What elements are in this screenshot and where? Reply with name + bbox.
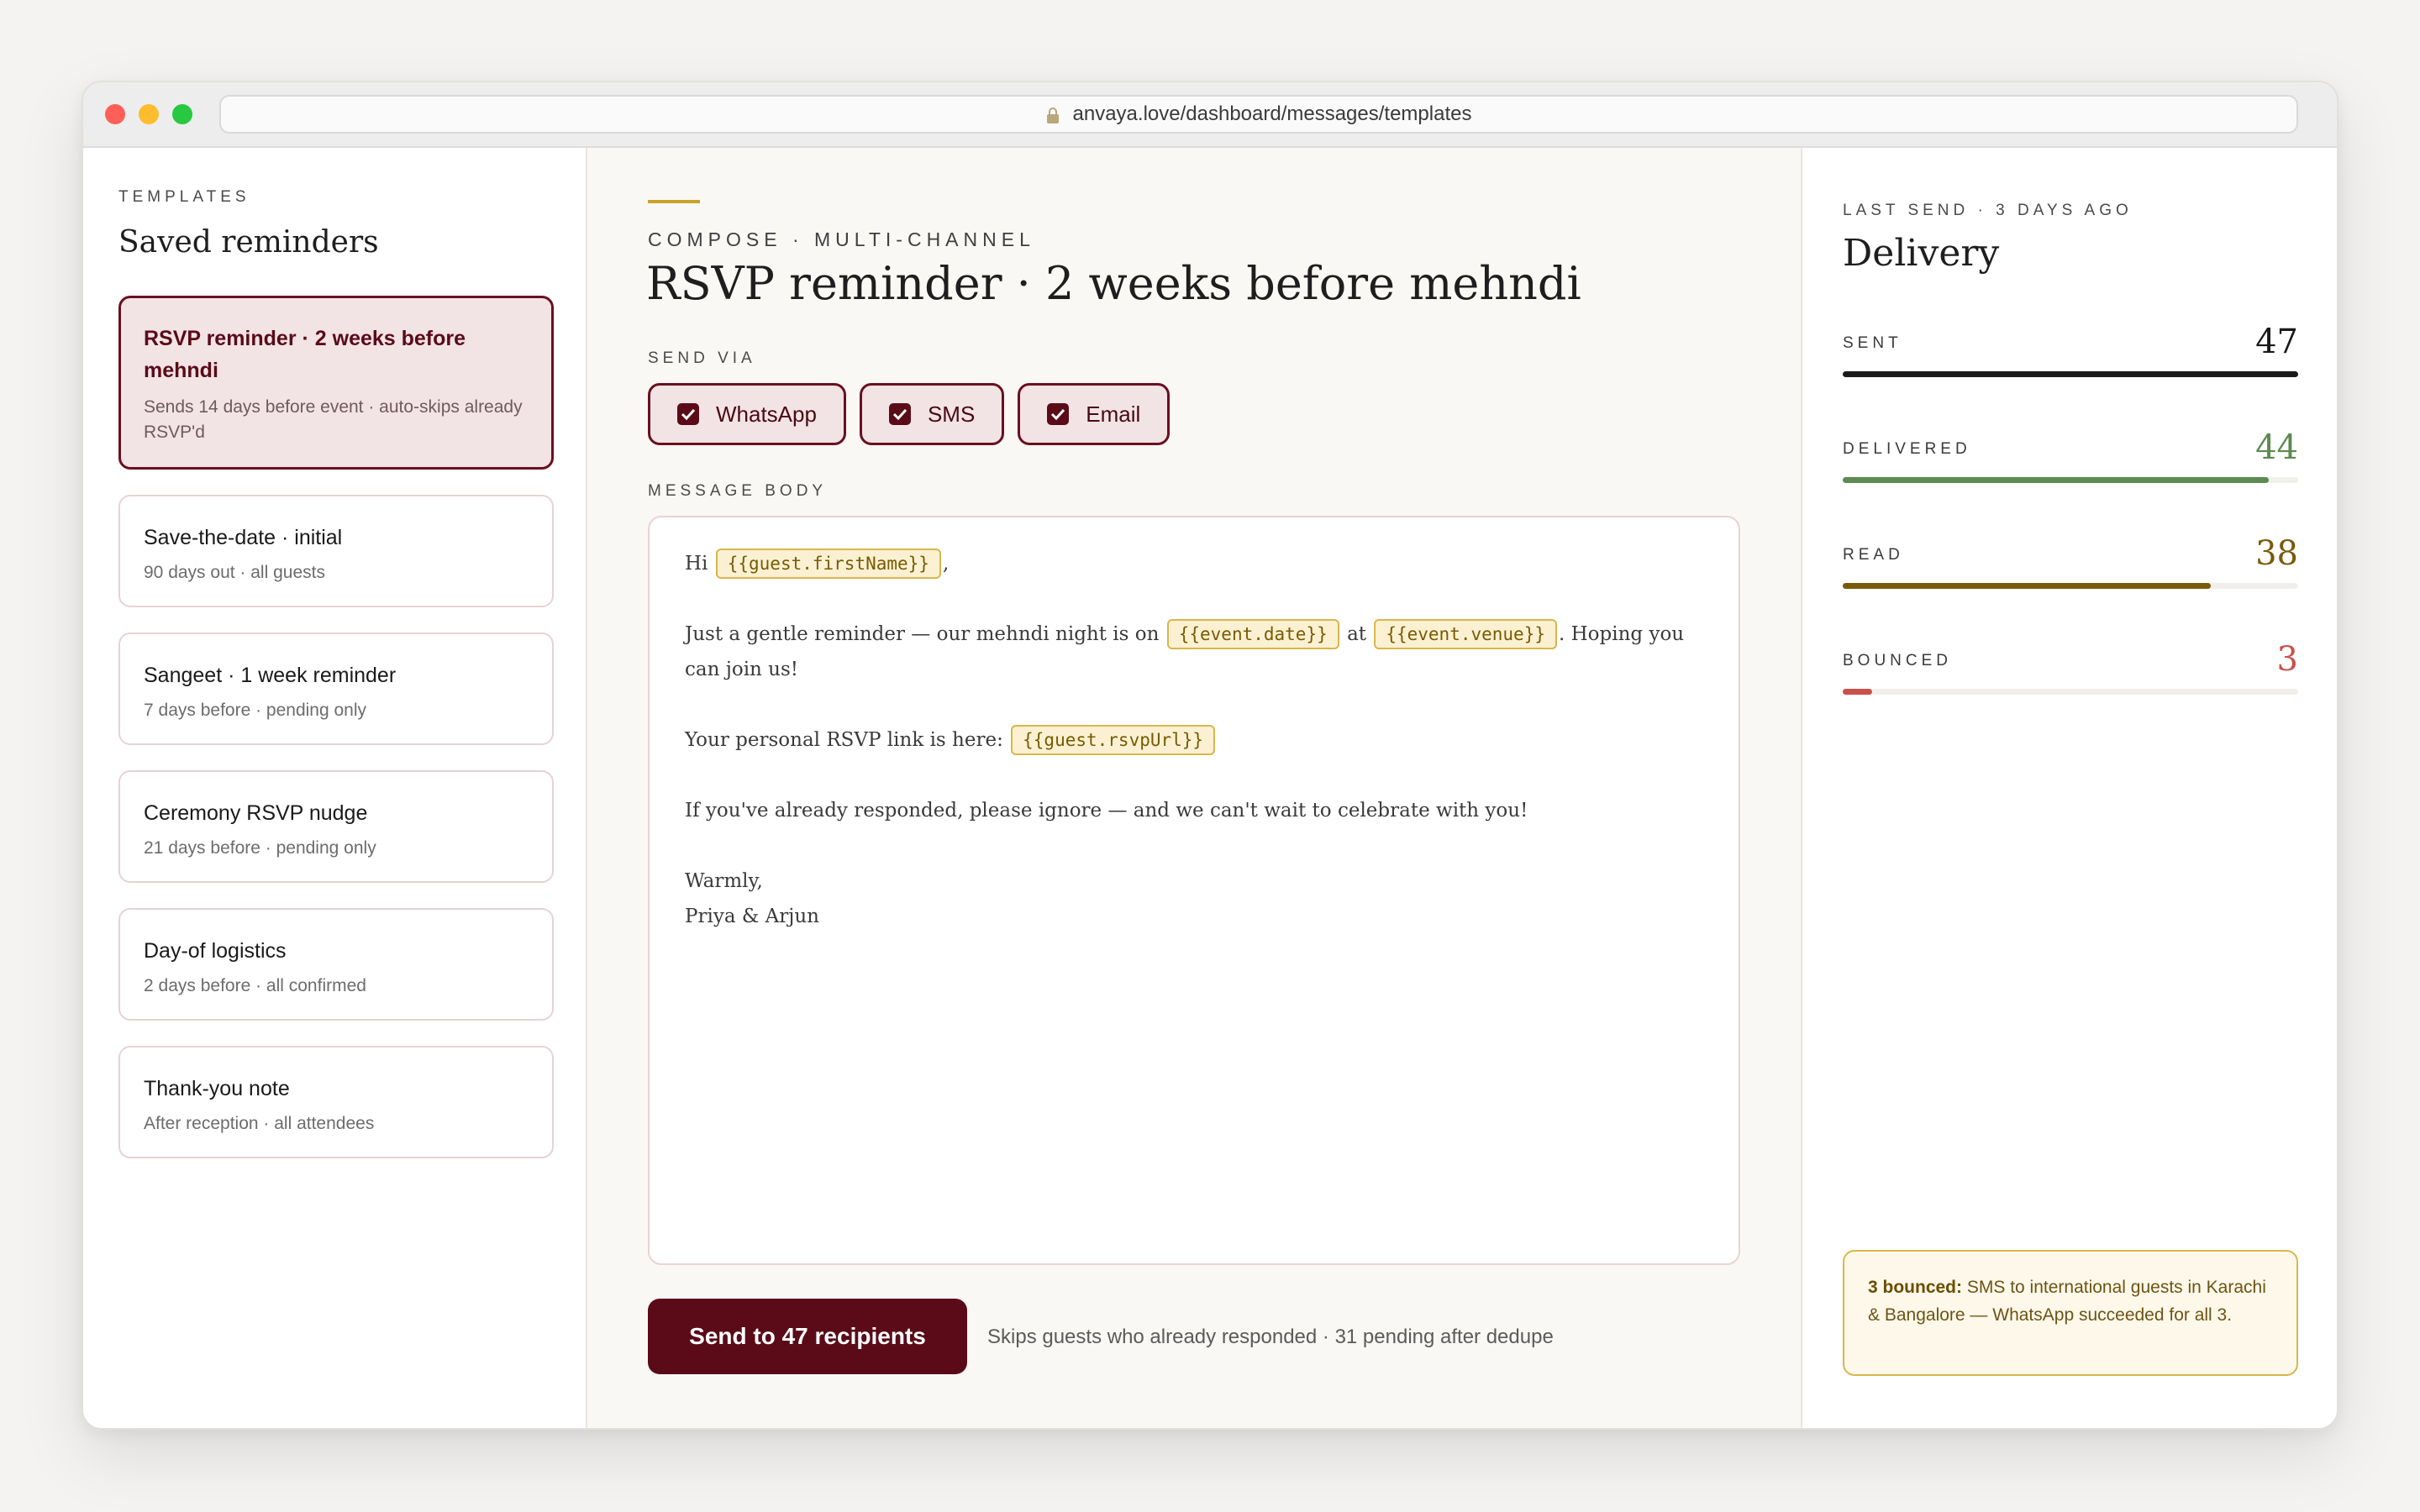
- body-line-at: at: [1347, 623, 1367, 645]
- stat-delivered: DELIVERED 44: [1843, 425, 2298, 483]
- template-card-save-the-date[interactable]: Save-the-date · initial 90 days out · al…: [118, 495, 554, 607]
- template-desc: After reception · all attendees: [144, 1114, 375, 1133]
- checkbox-checked-icon: [1047, 403, 1070, 425]
- delivery-panel: LAST SEND · 3 DAYS AGO Delivery SENT 47 …: [1802, 148, 2337, 1428]
- token-event-venue[interactable]: {{event.venue}}: [1374, 619, 1557, 649]
- body-greeting-end: ,: [942, 553, 950, 575]
- template-card-day-of-logistics[interactable]: Day-of logistics 2 days before · all con…: [118, 908, 554, 1021]
- template-desc: 7 days before · pending only: [144, 701, 367, 720]
- checkbox-checked-icon: [677, 403, 699, 425]
- template-card-rsvp-reminder[interactable]: RSVP reminder · 2 weeks before mehndi Se…: [118, 296, 554, 470]
- stat-track: [1843, 689, 2298, 695]
- stat-fill-read: [1843, 583, 2212, 589]
- stat-sent: SENT 47: [1843, 319, 2298, 377]
- stat-read: READ 38: [1843, 531, 2298, 589]
- templates-sidebar: TEMPLATES Saved reminders RSVP reminder …: [83, 148, 587, 1428]
- body-signoff: Warmly,: [685, 870, 763, 892]
- template-card-ceremony-nudge[interactable]: Ceremony RSVP nudge 21 days before · pen…: [118, 770, 554, 883]
- body-greeting: Hi: [685, 553, 708, 575]
- message-body-label: MESSAGE BODY: [648, 482, 828, 500]
- browser-window: anvaya.love/dashboard/messages/templates…: [82, 81, 2338, 1430]
- checkbox-checked-icon: [888, 403, 911, 425]
- stat-track: [1843, 583, 2298, 589]
- accent-rule: [648, 200, 700, 203]
- channel-label: WhatsApp: [716, 401, 817, 427]
- stat-label: BOUNCED: [1843, 652, 1953, 669]
- compose-panel: COMPOSE · MULTI-CHANNEL RSVP reminder · …: [587, 148, 1802, 1428]
- message-body-editor[interactable]: Hi {{guest.firstName}}, Just a gentle re…: [648, 516, 1740, 1265]
- compose-eyebrow: COMPOSE · MULTI-CHANNEL: [648, 228, 1035, 250]
- maximize-window-button[interactable]: [172, 104, 192, 124]
- stat-label: READ: [1843, 546, 1904, 564]
- stat-fill-sent: [1843, 371, 2298, 377]
- template-name: Thank-you note: [144, 1077, 290, 1100]
- channel-selector: WhatsApp SMS Email: [648, 383, 1171, 445]
- template-list: RSVP reminder · 2 weeks before mehndi Se…: [118, 296, 554, 1184]
- notice-bold: 3 bounced:: [1868, 1278, 1963, 1297]
- channel-label: SMS: [927, 401, 976, 427]
- body-line-ignore: If you've already responded, please igno…: [685, 800, 1528, 822]
- send-button[interactable]: Send to 47 recipients: [648, 1299, 967, 1374]
- template-desc: 2 days before · all confirmed: [144, 976, 366, 995]
- url-text: anvaya.love/dashboard/messages/templates: [1072, 102, 1472, 125]
- lock-icon: [1046, 107, 1060, 123]
- send-via-label: SEND VIA: [648, 349, 756, 367]
- template-card-thank-you[interactable]: Thank-you note After reception · all att…: [118, 1046, 554, 1158]
- stat-label: SENT: [1843, 334, 1902, 352]
- delivery-title: Delivery: [1843, 232, 2000, 275]
- template-name: RSVP reminder · 2 weeks before mehndi: [144, 327, 466, 382]
- stat-track: [1843, 477, 2298, 483]
- template-name: Sangeet · 1 week reminder: [144, 664, 397, 687]
- stat-label: DELIVERED: [1843, 440, 1971, 458]
- sidebar-eyebrow: TEMPLATES: [118, 188, 250, 206]
- template-name: Save-the-date · initial: [144, 526, 343, 549]
- stat-value: 3: [2276, 640, 2298, 679]
- browser-titlebar: anvaya.love/dashboard/messages/templates: [83, 82, 2337, 148]
- stat-fill-bounced: [1843, 689, 1872, 695]
- sidebar-title: Saved reminders: [118, 225, 379, 260]
- close-window-button[interactable]: [105, 104, 125, 124]
- stat-fill-delivered: [1843, 477, 2270, 483]
- stat-bounced: BOUNCED 3: [1843, 637, 2298, 695]
- token-event-date[interactable]: {{event.date}}: [1166, 619, 1339, 649]
- stat-value: 47: [2255, 323, 2298, 361]
- token-guest-rsvp-url[interactable]: {{guest.rsvpUrl}}: [1011, 725, 1216, 755]
- stat-value: 38: [2255, 534, 2298, 573]
- address-bar[interactable]: anvaya.love/dashboard/messages/templates: [219, 95, 2298, 134]
- channel-whatsapp-toggle[interactable]: WhatsApp: [648, 383, 846, 445]
- template-name: Day-of logistics: [144, 939, 287, 963]
- template-desc: 90 days out · all guests: [144, 563, 325, 582]
- delivery-eyebrow: LAST SEND · 3 DAYS AGO: [1843, 202, 2133, 219]
- stat-track: [1843, 371, 2298, 377]
- channel-sms-toggle[interactable]: SMS: [859, 383, 1005, 445]
- send-note: Skips guests who already responded · 31 …: [987, 1326, 1554, 1348]
- template-card-sangeet-reminder[interactable]: Sangeet · 1 week reminder 7 days before …: [118, 633, 554, 745]
- body-signature: Priya & Arjun: [685, 906, 819, 927]
- template-desc: Sends 14 days before event · auto-skips …: [144, 397, 523, 442]
- body-line-rsvp-link: Your personal RSVP link is here:: [685, 729, 1003, 751]
- stat-value: 44: [2255, 428, 2298, 467]
- bounce-notice: 3 bounced: SMS to international guests i…: [1843, 1250, 2298, 1376]
- channel-email-toggle[interactable]: Email: [1018, 383, 1171, 445]
- minimize-window-button[interactable]: [139, 104, 159, 124]
- template-desc: 21 days before · pending only: [144, 838, 376, 858]
- body-line-reminder: Just a gentle reminder — our mehndi nigh…: [685, 623, 1160, 645]
- compose-title: RSVP reminder · 2 weeks before mehndi: [646, 257, 1581, 310]
- token-guest-first-name[interactable]: {{guest.firstName}}: [715, 549, 941, 579]
- channel-label: Email: [1086, 401, 1141, 427]
- template-name: Ceremony RSVP nudge: [144, 801, 368, 825]
